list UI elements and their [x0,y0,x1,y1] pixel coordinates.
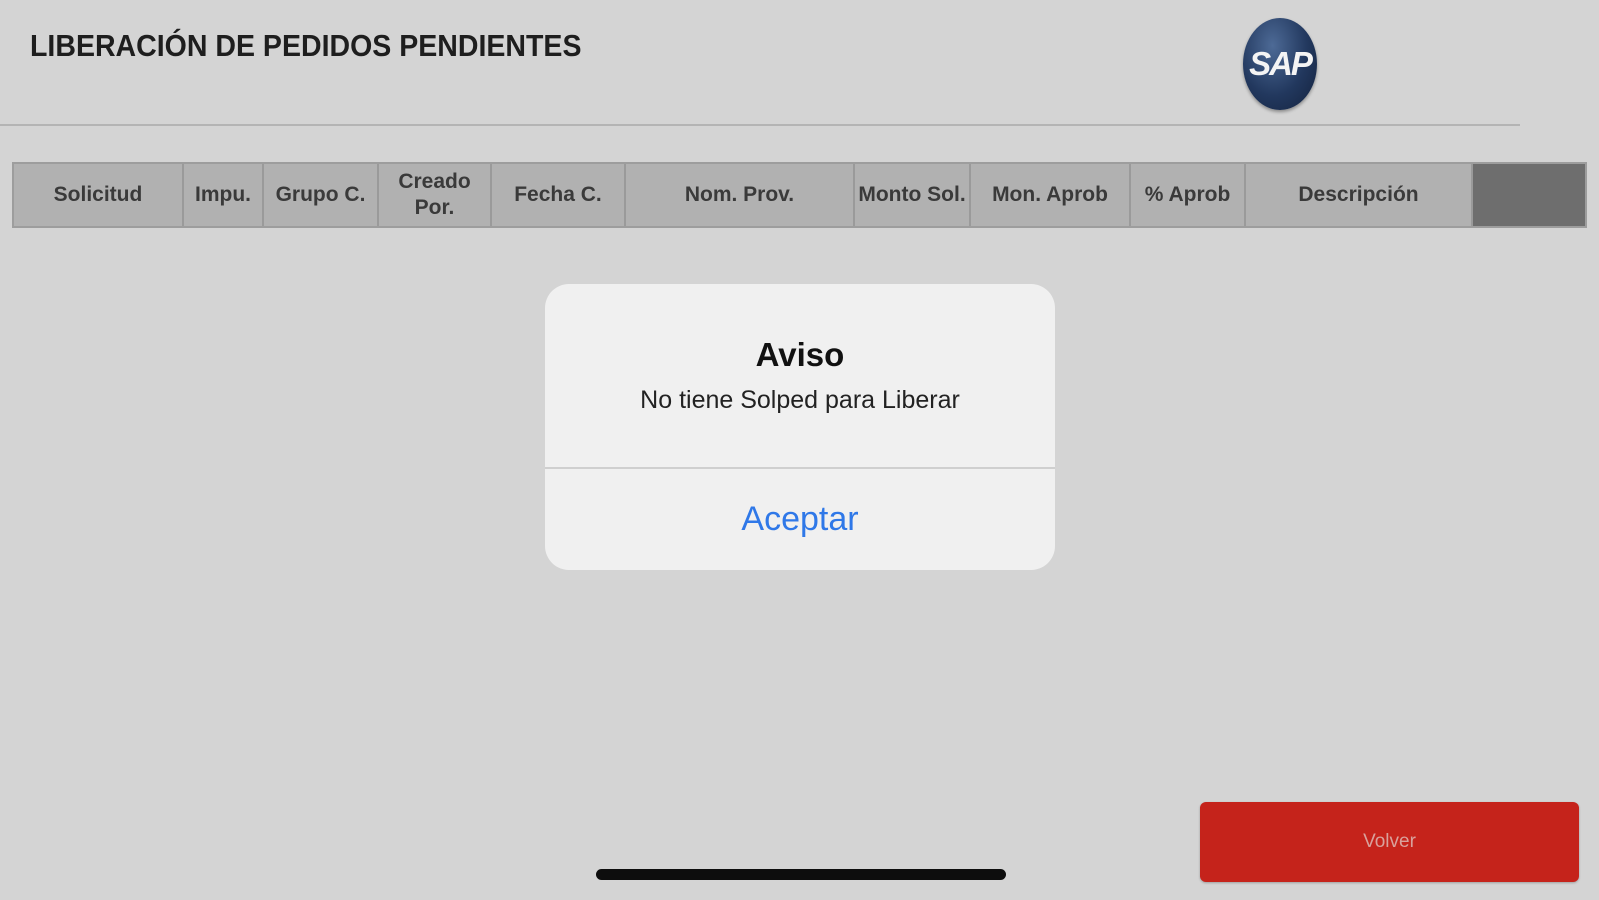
sap-logo: SAP [1243,18,1317,110]
col-mon-aprob: Mon. Aprob [971,164,1131,226]
col-solicitud: Solicitud [14,164,184,226]
col-nom-prov: Nom. Prov. [626,164,855,226]
aceptar-button[interactable]: Aceptar [545,469,1055,570]
col-grupo-c: Grupo C. [264,164,379,226]
col-fecha-c: Fecha C. [492,164,626,226]
header-divider [0,124,1520,126]
page-title: LIBERACIÓN DE PEDIDOS PENDIENTES [30,28,582,63]
dialog-message: No tiene Solped para Liberar [640,386,960,414]
table-header: Solicitud Impu. Grupo C. Creado Por. Fec… [12,162,1587,228]
col-descripcion: Descripción [1246,164,1473,226]
dialog-title: Aviso [755,336,845,373]
home-indicator [596,869,1006,880]
col-pct-aprob: % Aprob [1131,164,1246,226]
col-impu: Impu. [184,164,264,226]
table-header-end [1473,164,1585,226]
logo-text: SAP [1249,45,1313,82]
volver-button[interactable]: Volver [1200,802,1579,882]
col-creado-por: Creado Por. [379,164,492,226]
col-monto-sol: Monto Sol. [855,164,971,226]
alert-dialog: Aviso No tiene Solped para Liberar Acept… [545,284,1055,570]
